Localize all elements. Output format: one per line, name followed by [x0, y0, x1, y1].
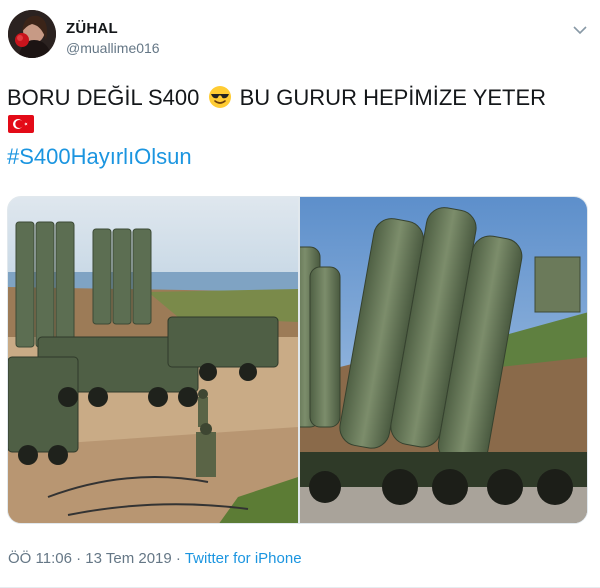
- missile-launchers-photo[interactable]: [8, 197, 298, 523]
- sunglasses-emoji-icon: [208, 85, 232, 116]
- tweet-date[interactable]: 13 Tem 2019: [85, 550, 171, 567]
- meta-separator: ·: [175, 550, 181, 567]
- avatar[interactable]: [8, 10, 56, 58]
- tweet-source-link[interactable]: Twitter for iPhone: [185, 550, 302, 567]
- tweet-text: BORU DEĞİL S400 BU GURUR HEPİMİZE YETER: [7, 84, 546, 116]
- meta-separator: ·: [76, 550, 82, 567]
- tweet-text-part1: BORU DEĞİL S400: [7, 85, 200, 110]
- handle[interactable]: @muallime016: [66, 40, 160, 56]
- tweet-card: ZÜHAL @muallime016 BORU DEĞİL S400 BU GU…: [0, 0, 600, 588]
- tweet-time[interactable]: ÖÖ 11:06: [8, 550, 72, 567]
- hashtag-link[interactable]: #S400HayırlıOlsun: [7, 144, 192, 170]
- media-gallery: [7, 196, 588, 524]
- tweet-meta: ÖÖ 11:06 · 13 Tem 2019 · Twitter for iPh…: [8, 550, 302, 567]
- chevron-down-icon[interactable]: [572, 22, 588, 38]
- launcher-closeup-photo[interactable]: [289, 197, 587, 523]
- display-name[interactable]: ZÜHAL: [66, 20, 118, 37]
- turkey-flag-icon: [8, 115, 34, 138]
- tweet-text-part2: BU GURUR HEPİMİZE YETER: [239, 85, 547, 110]
